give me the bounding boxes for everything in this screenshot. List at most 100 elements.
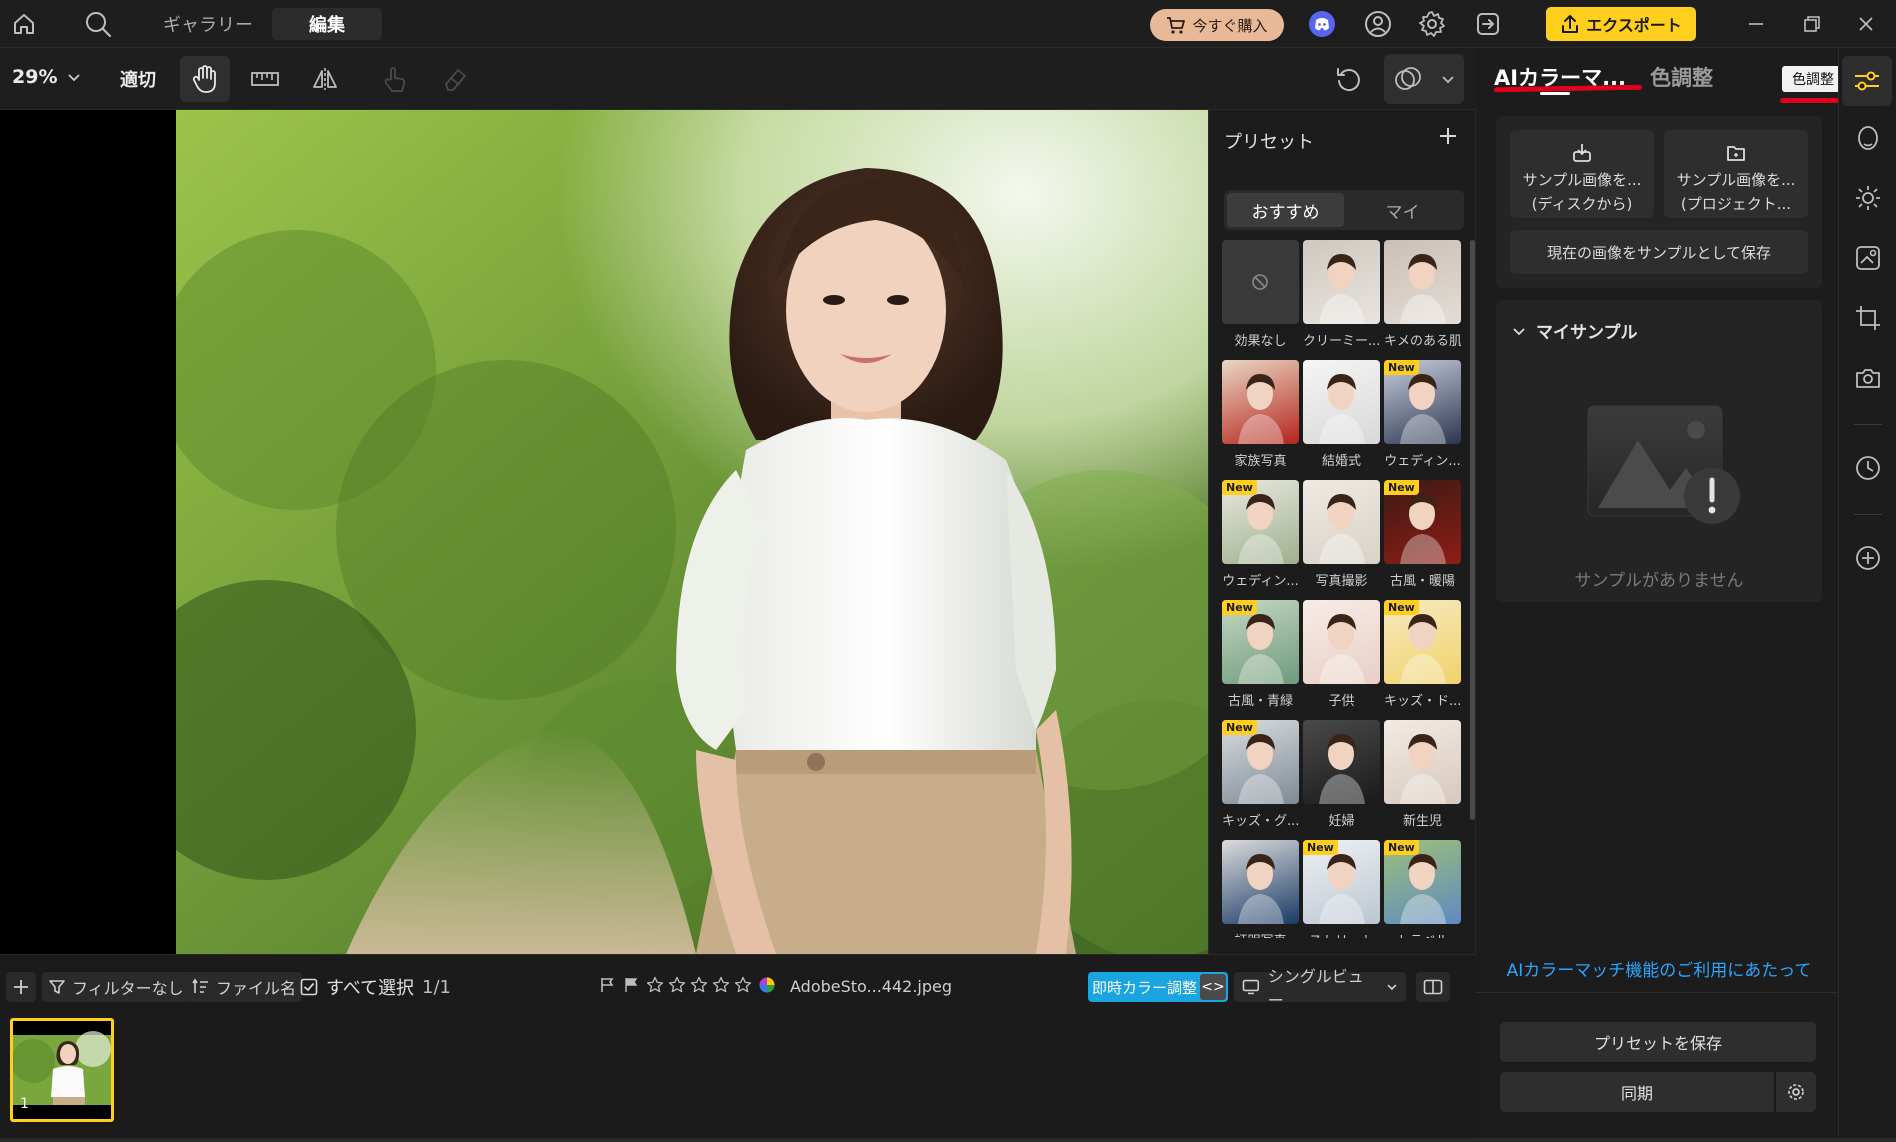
preset-item[interactable]: 妊婦 — [1303, 720, 1380, 834]
minimize-icon[interactable] — [1742, 10, 1770, 38]
home-icon[interactable] — [10, 10, 38, 38]
preset-item[interactable]: 家族写真 — [1222, 360, 1299, 474]
ruler-tool[interactable] — [240, 56, 290, 102]
sort-button[interactable]: ファイル名 — [186, 972, 303, 1002]
settings-gear-icon[interactable] — [1418, 10, 1446, 38]
undo-icon — [1337, 68, 1360, 92]
preset-tabs: おすすめ マイ — [1224, 190, 1464, 230]
preset-item[interactable]: クリーミー... — [1303, 240, 1380, 354]
preset-label: 結婚式 — [1321, 454, 1361, 469]
status-strip — [0, 1138, 1896, 1142]
touch-icon — [384, 67, 406, 92]
account-icon[interactable] — [1364, 10, 1392, 38]
add-image-button[interactable] — [6, 972, 36, 1002]
fit-button[interactable]: 適切 — [120, 66, 156, 92]
preset-label: 新生児 — [1402, 814, 1442, 829]
preset-thumbnail: New — [1222, 600, 1299, 684]
no-samples-text: サンプルがありません — [1574, 571, 1744, 591]
new-badge: New — [1303, 840, 1338, 855]
view-mode-dropdown[interactable]: シングルビュー — [1234, 967, 1406, 1010]
instant-color-adjust-label: 即時カラー調整 — [1092, 978, 1198, 997]
preset-item[interactable]: New 古風・青緑 — [1222, 600, 1299, 714]
preset-item[interactable]: 写真撮影 — [1303, 480, 1380, 594]
instant-color-adjust-button[interactable]: 即時カラー調整 <> — [1088, 972, 1228, 1002]
image-adjust-icon[interactable] — [1852, 242, 1884, 274]
adjust-panel-button[interactable] — [1842, 56, 1892, 106]
ai-color-match-info-link[interactable]: AIカラーマッチ機能のご利用にあたって — [1496, 956, 1822, 981]
preset-thumbnail: New — [1222, 720, 1299, 804]
light-icon[interactable] — [1852, 182, 1884, 214]
preset-label: キッズ・ド... — [1384, 694, 1461, 709]
preset-thumbnail — [1303, 720, 1380, 804]
restore-window-icon[interactable] — [1798, 10, 1826, 38]
save-current-as-sample-button[interactable]: 現在の画像をサンプルとして保存 — [1510, 230, 1808, 274]
sync-button[interactable]: 同期 — [1500, 1072, 1774, 1112]
select-all-label: すべて選択 — [326, 978, 415, 999]
preset-item[interactable]: キメのある肌 — [1384, 240, 1461, 354]
hand-icon — [192, 65, 216, 93]
preset-item[interactable]: New キッズ・ド... — [1384, 600, 1461, 714]
undo-tool[interactable] — [1324, 56, 1374, 102]
star-icon[interactable] — [646, 976, 664, 994]
portrait-preview — [1319, 614, 1365, 684]
overlay-compare-tool[interactable] — [1384, 54, 1464, 104]
preset-item[interactable]: New ウェディン... — [1384, 360, 1461, 474]
preset-thumbnail — [1303, 360, 1380, 444]
preset-item[interactable]: 結婚式 — [1303, 360, 1380, 474]
close-icon[interactable] — [1852, 10, 1880, 38]
star-icon[interactable] — [690, 976, 708, 994]
zoom-dropdown[interactable]: 29% — [12, 66, 81, 88]
star-rating[interactable] — [646, 976, 752, 994]
preset-scrollbar[interactable] — [1470, 240, 1475, 820]
flip-tool[interactable] — [300, 56, 350, 102]
reject-flag-icon[interactable] — [622, 976, 640, 994]
star-icon[interactable] — [712, 976, 730, 994]
import-icon[interactable] — [1474, 10, 1502, 38]
chevron-down-icon — [1387, 984, 1397, 991]
preset-item[interactable]: 証明写真 — [1222, 840, 1299, 938]
preset-item[interactable]: 新生児 — [1384, 720, 1461, 834]
split-view-button[interactable] — [1416, 972, 1450, 1002]
tab-gallery[interactable]: ギャラリー — [156, 8, 260, 40]
preset-item[interactable]: New ウェディン... — [1222, 480, 1299, 594]
color-label-icon[interactable] — [758, 976, 776, 994]
save-preset-button[interactable]: プリセットを保存 — [1500, 1022, 1816, 1062]
chevron-down-icon — [1513, 327, 1525, 335]
preset-item[interactable]: 効果なし — [1222, 240, 1299, 354]
my-samples-header[interactable]: マイサンプル — [1512, 318, 1638, 343]
filter-button[interactable]: フィルターなし — [42, 972, 190, 1002]
preset-label: 子供 — [1328, 694, 1355, 709]
preset-item[interactable]: New 古風・暖陽 — [1384, 480, 1461, 594]
preset-item[interactable]: New キッズ・グ... — [1222, 720, 1299, 834]
flag-icon[interactable] — [598, 976, 616, 994]
star-icon[interactable] — [734, 976, 752, 994]
sample-from-project-button[interactable]: サンプル画像を... (プロジェクト... — [1664, 130, 1808, 218]
sync-settings-button[interactable] — [1776, 1072, 1816, 1112]
portrait-icon[interactable] — [1852, 122, 1884, 154]
preset-label: 家族写真 — [1234, 454, 1287, 469]
buy-now-button[interactable]: 今すぐ購入 — [1150, 9, 1284, 41]
preset-label: キメのある肌 — [1384, 334, 1461, 349]
camera-icon[interactable] — [1852, 362, 1884, 394]
tab-my-presets[interactable]: マイ — [1344, 193, 1461, 227]
preset-thumbnail: New — [1384, 480, 1461, 564]
preset-item[interactable]: New ストリート — [1303, 840, 1380, 938]
add-preset-icon[interactable] — [1436, 124, 1460, 148]
portrait-preview — [1319, 734, 1365, 804]
tab-recommended[interactable]: おすすめ — [1227, 193, 1344, 227]
tab-edit[interactable]: 編集 — [272, 8, 382, 40]
tab-color-adjust[interactable]: 色調整 — [1650, 62, 1713, 92]
search-icon[interactable] — [84, 10, 112, 38]
preset-item[interactable]: New トラベル — [1384, 840, 1461, 938]
select-all-checkbox[interactable]: すべて選択 1/1 — [300, 974, 451, 1000]
add-circle-icon[interactable] — [1852, 542, 1884, 574]
preset-thumbnail — [1303, 240, 1380, 324]
export-button[interactable]: エクスポート — [1546, 7, 1696, 41]
history-icon[interactable] — [1852, 452, 1884, 484]
preset-item[interactable]: 子供 — [1303, 600, 1380, 714]
sample-from-disk-button[interactable]: サンプル画像を... (ディスクから) — [1510, 130, 1654, 218]
discord-icon[interactable] — [1308, 10, 1336, 38]
hand-tool[interactable] — [180, 56, 230, 102]
star-icon[interactable] — [668, 976, 686, 994]
crop-icon[interactable] — [1852, 302, 1884, 334]
